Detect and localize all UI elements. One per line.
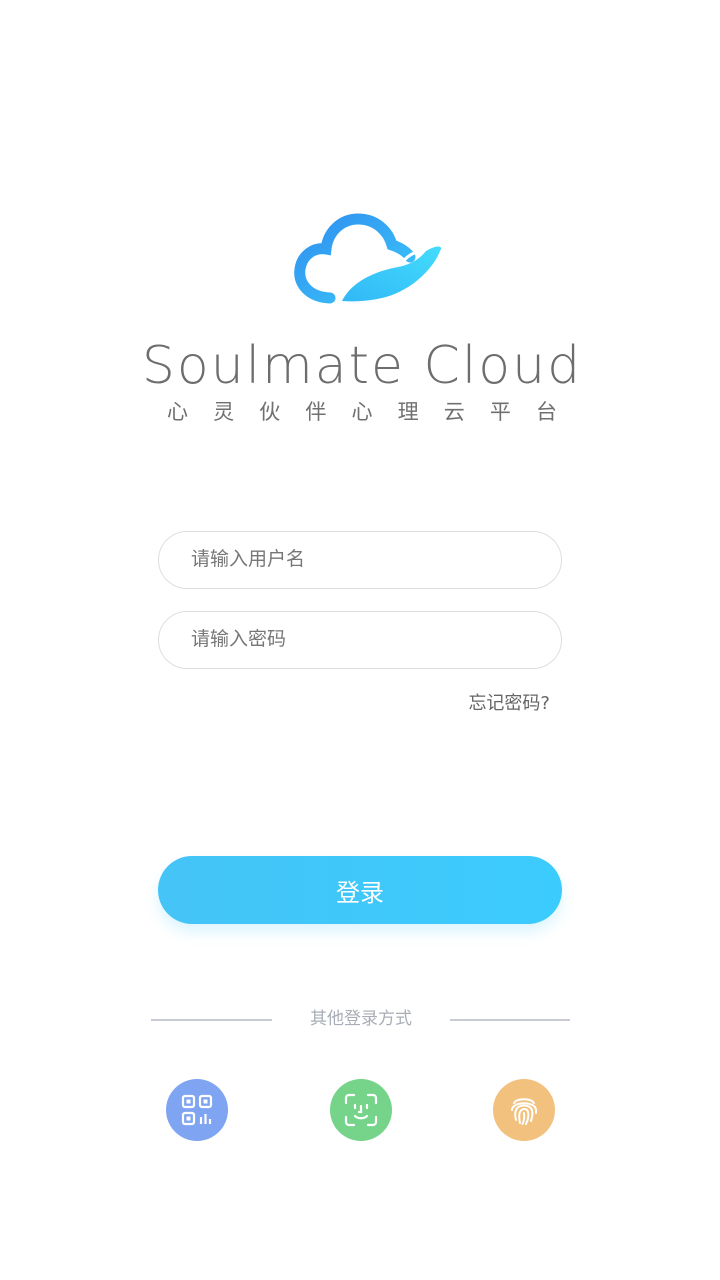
brand-subtitle: 心 灵 伙 伴 心 理 云 平 台 bbox=[167, 398, 557, 426]
brand-subtitle-char: 平 bbox=[489, 400, 511, 424]
brand-subtitle-char: 台 bbox=[536, 400, 557, 424]
fingerprint-login-button[interactable] bbox=[493, 1079, 555, 1141]
other-login-methods-label: 其他登录方式 bbox=[310, 1009, 412, 1029]
divider-line-left bbox=[151, 1019, 272, 1021]
login-button[interactable]: 登录 bbox=[158, 856, 562, 924]
brand-subtitle-char: 伴 bbox=[305, 400, 327, 424]
face-scan-icon bbox=[344, 1093, 378, 1127]
qr-code-login-button[interactable] bbox=[166, 1079, 228, 1141]
brand-subtitle-char: 云 bbox=[443, 400, 465, 424]
cloud-hand-logo-icon bbox=[294, 213, 442, 304]
brand-subtitle-char: 心 bbox=[167, 400, 188, 424]
forgot-password-link[interactable]: 忘记密码? bbox=[468, 692, 550, 716]
qr-code-icon bbox=[181, 1094, 213, 1126]
password-field-container bbox=[158, 611, 562, 669]
username-input[interactable] bbox=[191, 532, 531, 586]
brand-name: Soulmate Cloud bbox=[141, 336, 583, 396]
password-input[interactable] bbox=[191, 612, 531, 666]
brand-subtitle-char: 理 bbox=[397, 400, 419, 424]
face-login-button[interactable] bbox=[330, 1079, 392, 1141]
brand-subtitle-char: 心 bbox=[351, 400, 373, 424]
divider-line-right bbox=[450, 1019, 570, 1021]
brand-subtitle-char: 灵 bbox=[213, 400, 235, 424]
username-field-container bbox=[158, 531, 562, 589]
brand-subtitle-char: 伙 bbox=[259, 400, 281, 424]
fingerprint-icon bbox=[511, 1098, 537, 1125]
